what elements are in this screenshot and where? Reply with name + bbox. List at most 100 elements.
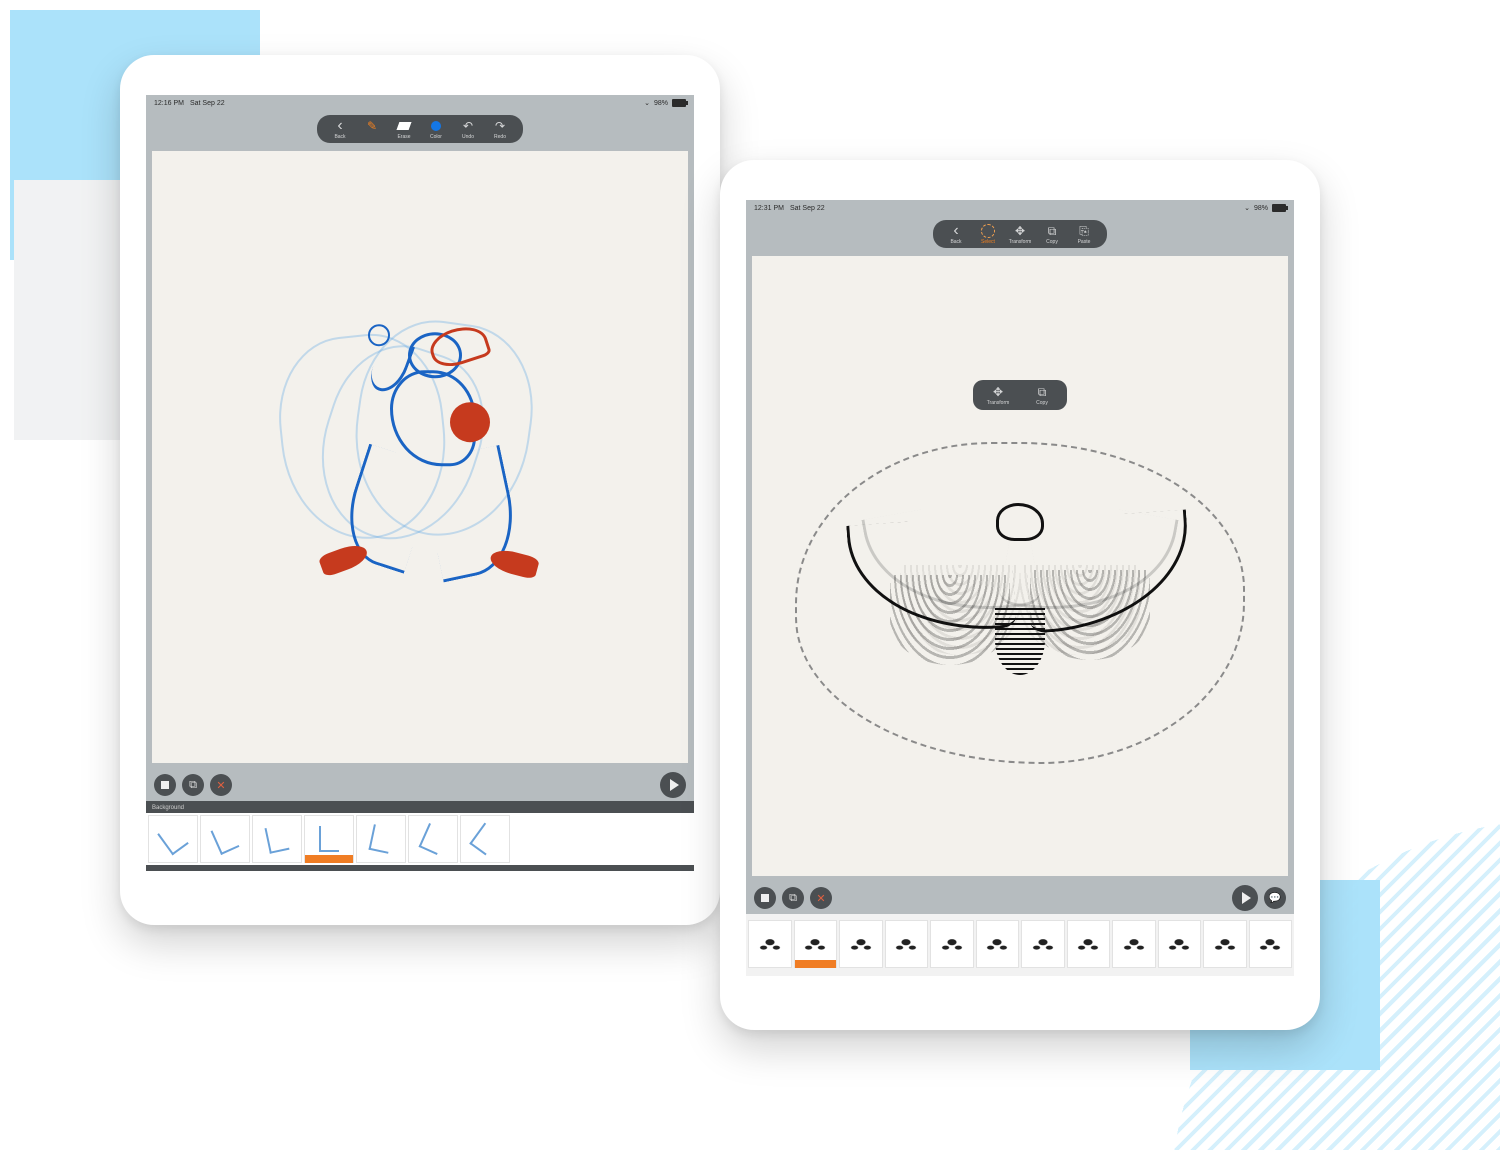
timeline-frame[interactable]	[794, 920, 838, 968]
wifi-icon: ⌄	[644, 99, 650, 107]
pose-thumb-icon	[319, 826, 339, 852]
timeline-frame[interactable]	[1203, 920, 1247, 968]
bird-thumb-icon	[936, 935, 968, 953]
timeline-frame[interactable]	[200, 815, 250, 863]
new-frame-button[interactable]	[754, 887, 776, 909]
timeline-frame[interactable]	[748, 920, 792, 968]
timeline	[746, 914, 1294, 976]
timeline-frame[interactable]	[1112, 920, 1156, 968]
battery-pct: 98%	[654, 100, 668, 107]
timeline-frame[interactable]	[408, 815, 458, 863]
bird-thumb-icon	[799, 935, 831, 953]
color-button[interactable]: Color	[421, 118, 451, 140]
timeline-frame[interactable]	[304, 815, 354, 863]
back-button[interactable]: Back	[941, 223, 971, 245]
undo-button[interactable]: Undo	[453, 118, 483, 140]
timeline-frame[interactable]	[1158, 920, 1202, 968]
lasso-icon	[980, 223, 996, 239]
timeline-frame[interactable]	[1021, 920, 1065, 968]
play-button[interactable]	[1232, 885, 1258, 911]
bird-thumb-icon	[1118, 935, 1150, 953]
timeline-frame[interactable]	[976, 920, 1020, 968]
pose-thumb-icon	[211, 823, 240, 855]
ctx-copy-button[interactable]: Copy	[1025, 384, 1059, 406]
undo-label: Undo	[462, 134, 474, 140]
timeline-controls	[146, 769, 694, 801]
status-bar: 12:31 PM Sat Sep 22 ⌄ 98%	[746, 200, 1294, 216]
back-button[interactable]: Back	[325, 118, 355, 140]
transform-button[interactable]: Transform	[1005, 223, 1035, 245]
timeline-frame[interactable]	[460, 815, 510, 863]
timeline-layer-label: Background	[146, 805, 694, 813]
copy-button[interactable]: Copy	[1037, 223, 1067, 245]
bird-thumb-icon	[1254, 935, 1286, 953]
select-button[interactable]: Select	[973, 223, 1003, 245]
delete-frame-button[interactable]	[810, 887, 832, 909]
toolbar-pill: Back Select Transform Copy	[933, 220, 1107, 248]
copy-icon	[1044, 223, 1060, 239]
chevron-left-icon	[948, 223, 964, 239]
undo-icon	[460, 118, 476, 134]
ctx-transform-button[interactable]: Transform	[981, 384, 1015, 406]
redo-icon	[492, 118, 508, 134]
drawing-canvas[interactable]: Transform Copy	[752, 256, 1288, 876]
paste-button[interactable]: Paste	[1069, 223, 1099, 245]
transform-icon	[1012, 223, 1028, 239]
timeline: Background	[146, 801, 694, 871]
play-button[interactable]	[660, 772, 686, 798]
frames-strip[interactable]	[146, 813, 694, 865]
timeline-frame[interactable]	[356, 815, 406, 863]
status-date: Sat Sep 22	[190, 100, 225, 107]
timeline-frame[interactable]	[885, 920, 929, 968]
timeline-frame[interactable]	[148, 815, 198, 863]
battery-icon	[1272, 204, 1286, 212]
bird-thumb-icon	[1072, 935, 1104, 953]
select-label: Select	[981, 239, 995, 245]
screen-left: 12:16 PM Sat Sep 22 ⌄ 98% Back	[146, 95, 694, 871]
bird-thumb-icon	[1163, 935, 1195, 953]
brush-button[interactable]	[357, 118, 387, 134]
drawing-canvas[interactable]	[152, 151, 688, 763]
delete-frame-button[interactable]	[210, 774, 232, 796]
chevron-left-icon	[332, 118, 348, 134]
ctx-copy-label: Copy	[1036, 400, 1048, 406]
color-swatch-icon	[428, 118, 444, 134]
erase-label: Erase	[397, 134, 410, 140]
stage: 12:16 PM Sat Sep 22 ⌄ 98% Back	[0, 0, 1500, 1150]
redo-button[interactable]: Redo	[485, 118, 515, 140]
bird-thumb-icon	[981, 935, 1013, 953]
battery-icon	[672, 99, 686, 107]
timeline-frame[interactable]	[252, 815, 302, 863]
transform-label: Transform	[1009, 239, 1032, 245]
ctx-transform-label: Transform	[987, 400, 1010, 406]
comments-button[interactable]	[1264, 887, 1286, 909]
tablet-left: 12:16 PM Sat Sep 22 ⌄ 98% Back	[120, 55, 720, 925]
pose-thumb-icon	[369, 824, 394, 854]
pose-thumb-icon	[265, 824, 290, 854]
redo-label: Redo	[494, 134, 506, 140]
screen-right: 12:31 PM Sat Sep 22 ⌄ 98% Back Selec	[746, 200, 1294, 976]
timeline-frame[interactable]	[1249, 920, 1293, 968]
timeline-frame[interactable]	[839, 920, 883, 968]
status-time: 12:31 PM	[754, 205, 784, 212]
eraser-icon	[396, 118, 412, 134]
timeline-frame[interactable]	[1067, 920, 1111, 968]
new-frame-button[interactable]	[154, 774, 176, 796]
paste-icon	[1076, 223, 1092, 239]
bird-thumb-icon	[754, 935, 786, 953]
frames-strip[interactable]	[746, 918, 1294, 970]
timeline-controls	[746, 882, 1294, 914]
erase-button[interactable]: Erase	[389, 118, 419, 140]
tablet-right: 12:31 PM Sat Sep 22 ⌄ 98% Back Selec	[720, 160, 1320, 1030]
timeline-frame[interactable]	[930, 920, 974, 968]
copy-label: Copy	[1046, 239, 1058, 245]
duplicate-frame-button[interactable]	[782, 887, 804, 909]
status-date: Sat Sep 22	[790, 205, 825, 212]
pose-thumb-icon	[419, 823, 448, 855]
toolbar-pill: Back Erase Color	[317, 115, 523, 143]
pose-thumb-icon	[469, 823, 500, 856]
bird-thumb-icon	[1209, 935, 1241, 953]
duplicate-frame-button[interactable]	[182, 774, 204, 796]
color-label: Color	[430, 134, 442, 140]
copy-icon	[1034, 384, 1050, 400]
